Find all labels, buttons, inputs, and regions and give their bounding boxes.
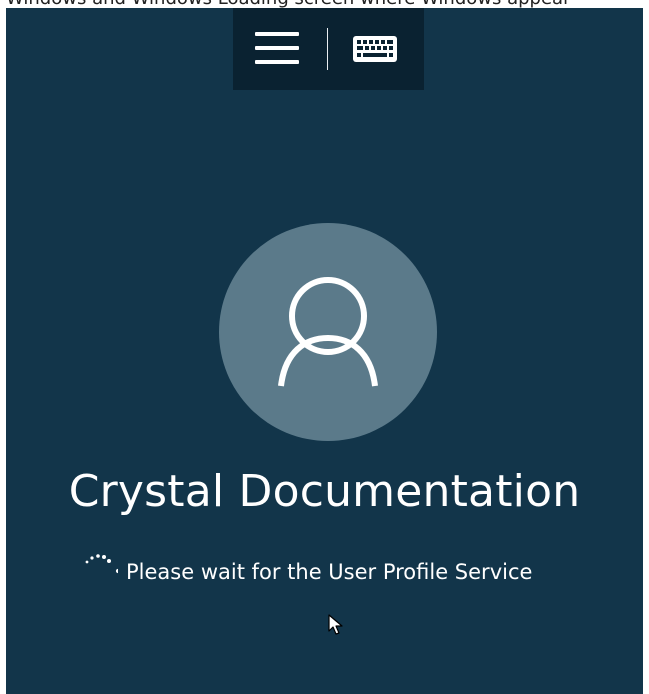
- top-toolbar: [233, 8, 424, 90]
- toolbar-divider: [327, 28, 328, 70]
- hamburger-icon[interactable]: [251, 30, 301, 68]
- loading-dots-icon: [85, 554, 118, 574]
- mouse-pointer-icon: [328, 614, 343, 635]
- lock-screen: Crystal Documentation Please wait for th…: [6, 8, 643, 694]
- keyboard-icon[interactable]: [349, 32, 401, 66]
- user-silhouette-icon: [278, 277, 378, 387]
- caption-text: Windows and Windows Loading screen where…: [6, 0, 571, 8]
- user-avatar: [219, 223, 437, 441]
- status-message: Please wait for the User Profile Service: [126, 560, 533, 584]
- top-caption: Windows and Windows Loading screen where…: [0, 0, 649, 8]
- user-name: Crystal Documentation: [68, 466, 581, 517]
